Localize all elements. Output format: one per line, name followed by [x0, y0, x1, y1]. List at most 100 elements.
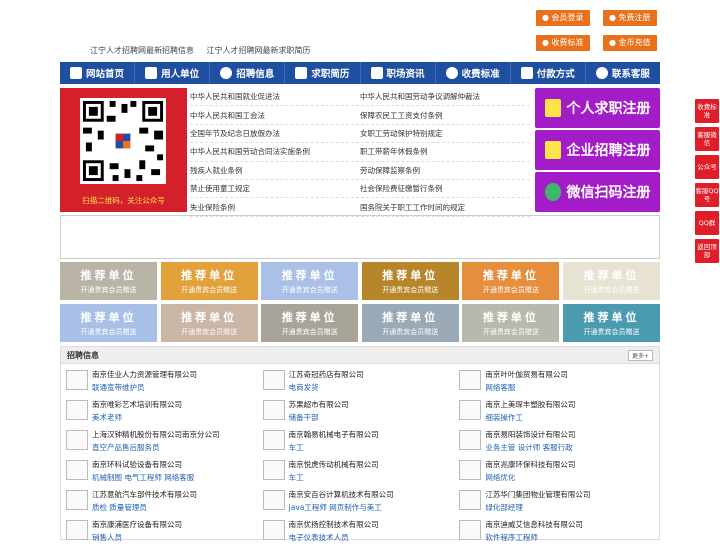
job-title[interactable]: 绿化部经理: [485, 502, 590, 513]
company-name[interactable]: 南京翰易机械电子有限公司: [289, 429, 379, 440]
company-logo[interactable]: [66, 370, 88, 390]
law-link[interactable]: 保障农民工工资支付条例: [360, 110, 530, 121]
recommended-tile[interactable]: 推荐单位 开通贵宾会员赠送: [60, 304, 157, 342]
recommended-tile[interactable]: 推荐单位 开通贵宾会员赠送: [462, 262, 560, 300]
recommended-tile[interactable]: 推荐单位 开通贵宾会员赠送: [60, 262, 157, 300]
nav-jobs[interactable]: 招聘信息: [210, 62, 286, 84]
company-logo[interactable]: [459, 370, 482, 390]
company-logo[interactable]: [262, 400, 285, 420]
law-link[interactable]: 失业保险条例: [190, 202, 360, 213]
side-fee-standard[interactable]: 收费标准: [695, 99, 719, 123]
recommended-tile[interactable]: 推荐单位 开通贵宾会员赠送: [261, 304, 359, 342]
company-name[interactable]: 南京环科试验设备有限公司: [92, 459, 194, 470]
company-name[interactable]: 南京叶叶伽贸易有限公司: [485, 369, 568, 380]
law-link[interactable]: 中华人民共和国就业促进法: [190, 91, 360, 102]
company-name[interactable]: 南京上美琛丰塑胶有限公司: [485, 399, 575, 410]
recommended-tile[interactable]: 推荐单位 开通贵宾会员赠送: [562, 262, 660, 300]
recommended-tile[interactable]: 推荐单位 开通贵宾会员赠送: [361, 262, 459, 300]
company-logo[interactable]: [262, 490, 285, 510]
recommended-tile[interactable]: 推荐单位 开通贵宾会员赠送: [261, 262, 359, 300]
company-name[interactable]: 苏果超市有限公司: [289, 399, 349, 410]
job-title[interactable]: 美术老师: [92, 412, 182, 423]
job-title[interactable]: 网络优化: [485, 472, 575, 483]
job-title[interactable]: 细装操作工: [485, 412, 575, 423]
free-register-button[interactable]: ● 免费注册: [603, 10, 657, 26]
nav-resumes[interactable]: 求职简历: [285, 62, 361, 84]
company-logo[interactable]: [262, 430, 285, 450]
company-name[interactable]: 南京安百谷计算机技术有限公司: [289, 489, 394, 500]
law-link[interactable]: 女职工劳动保护特别规定: [360, 128, 530, 139]
company-name[interactable]: 江苏意航汽车部件技术有限公司: [92, 489, 197, 500]
recommended-tile[interactable]: 推荐单位 开通贵宾会员赠送: [160, 262, 258, 300]
fee-standard-button[interactable]: ● 收费标准: [536, 35, 590, 51]
company-logo[interactable]: [66, 460, 88, 480]
law-link[interactable]: 国务院关于职工工作时间的规定: [360, 202, 530, 213]
law-link[interactable]: 全国年节及纪念日放假办法: [190, 128, 360, 139]
law-link[interactable]: 中华人民共和国工会法: [190, 110, 360, 121]
company-logo[interactable]: [459, 400, 482, 420]
job-title[interactable]: 车工: [289, 472, 379, 483]
side-service-wechat[interactable]: 客服微信: [695, 127, 719, 151]
company-logo[interactable]: [262, 460, 285, 480]
job-title[interactable]: 质检 质量管理员: [92, 502, 197, 513]
company-logo[interactable]: [66, 400, 88, 420]
law-link[interactable]: 职工带薪年休假条例: [360, 146, 530, 157]
job-title[interactable]: 机械制图 电气工程师 网络客服: [92, 472, 194, 483]
gold-recharge-button[interactable]: ● 金币充值: [603, 35, 657, 51]
company-logo[interactable]: [459, 490, 482, 510]
job-title[interactable]: 电商发货: [289, 382, 364, 393]
job-title[interactable]: java工程师 网页制作与美工: [289, 502, 394, 513]
nav-home[interactable]: 网站首页: [60, 62, 136, 84]
company-logo[interactable]: [66, 520, 88, 540]
law-link[interactable]: 中华人民共和国劳动争议调解仲裁法: [360, 91, 530, 102]
company-name[interactable]: 南京迪威艾信息科技有限公司: [485, 519, 583, 530]
company-name[interactable]: 南京唯彩艺术培训有限公司: [92, 399, 182, 410]
nav-contact[interactable]: 联系客服: [586, 62, 660, 84]
job-title[interactable]: 业务主管 设计师 客服行政: [485, 442, 575, 453]
job-title[interactable]: 储备干部: [289, 412, 349, 423]
company-name[interactable]: 南京康浦医疗设备有限公司: [92, 519, 182, 530]
company-logo[interactable]: [262, 370, 285, 390]
recommended-tile[interactable]: 推荐单位 开通贵宾会员赠送: [160, 304, 258, 342]
law-link[interactable]: 残疾人就业条例: [190, 165, 360, 176]
job-title[interactable]: 网络客服: [485, 382, 568, 393]
nav-employers[interactable]: 用人单位: [135, 62, 211, 84]
company-name[interactable]: 江苏奇冠药店有限公司: [289, 369, 364, 380]
job-title[interactable]: 直空产品售后服务员: [92, 442, 220, 453]
company-logo[interactable]: [459, 460, 482, 480]
recommended-tile[interactable]: 推荐单位 开通贵宾会员赠送: [462, 304, 560, 342]
company-logo[interactable]: [262, 520, 285, 540]
company-name[interactable]: 南京悦虎传动机械有限公司: [289, 459, 379, 470]
jobseeker-register-button[interactable]: 个人求职注册: [535, 88, 660, 128]
nav-news[interactable]: 职场资讯: [361, 62, 436, 84]
company-logo[interactable]: [459, 520, 482, 540]
side-back-to-top[interactable]: 返回顶部: [695, 239, 719, 263]
latest-jobs-link[interactable]: 江宁人才招聘网最新招聘信息: [90, 46, 194, 55]
company-name[interactable]: 上海汉钟精机股份有限公司南京分公司: [92, 429, 220, 440]
nav-payment[interactable]: 付款方式: [511, 62, 586, 84]
law-link[interactable]: 社会保险费征缴暂行条例: [360, 183, 530, 194]
law-link[interactable]: 劳动保障监察条例: [360, 165, 530, 176]
job-title[interactable]: 软件程序工程师: [485, 532, 583, 543]
more-button[interactable]: 更多+: [627, 349, 653, 361]
side-service-qq[interactable]: 客服QQ号: [695, 183, 719, 207]
member-login-button[interactable]: ● 会员登录: [536, 10, 590, 26]
company-name[interactable]: 南京兆康环保科技有限公司: [485, 459, 575, 470]
side-qq-group[interactable]: QQ群: [695, 211, 719, 235]
company-logo[interactable]: [66, 430, 88, 450]
job-title[interactable]: 车工: [289, 442, 379, 453]
recommended-tile[interactable]: 推荐单位 开通贵宾会员赠送: [562, 304, 660, 342]
latest-resumes-link[interactable]: 江宁人才招聘网最新求职简历: [207, 46, 311, 55]
side-official-account[interactable]: 公众号: [695, 155, 719, 179]
job-title[interactable]: 电子仪表技术人员: [289, 532, 379, 543]
job-title[interactable]: 销售人员: [92, 532, 182, 543]
wechat-register-button[interactable]: 微信扫码注册: [535, 172, 660, 212]
recommended-tile[interactable]: 推荐单位 开通贵宾会员赠送: [361, 304, 459, 342]
company-register-button[interactable]: 企业招聘注册: [535, 130, 660, 170]
company-name[interactable]: 南京优扬控制技术有限公司: [289, 519, 379, 530]
law-link[interactable]: 禁止使用童工规定: [190, 183, 360, 194]
job-title[interactable]: 联通宽带维护员: [92, 382, 197, 393]
law-link[interactable]: 中华人民共和国劳动合同法实施条例: [190, 146, 360, 157]
company-name[interactable]: 南京佳业人力资源管理有限公司: [92, 369, 197, 380]
company-name[interactable]: 江苏华门集团物业管理有限公司: [485, 489, 590, 500]
